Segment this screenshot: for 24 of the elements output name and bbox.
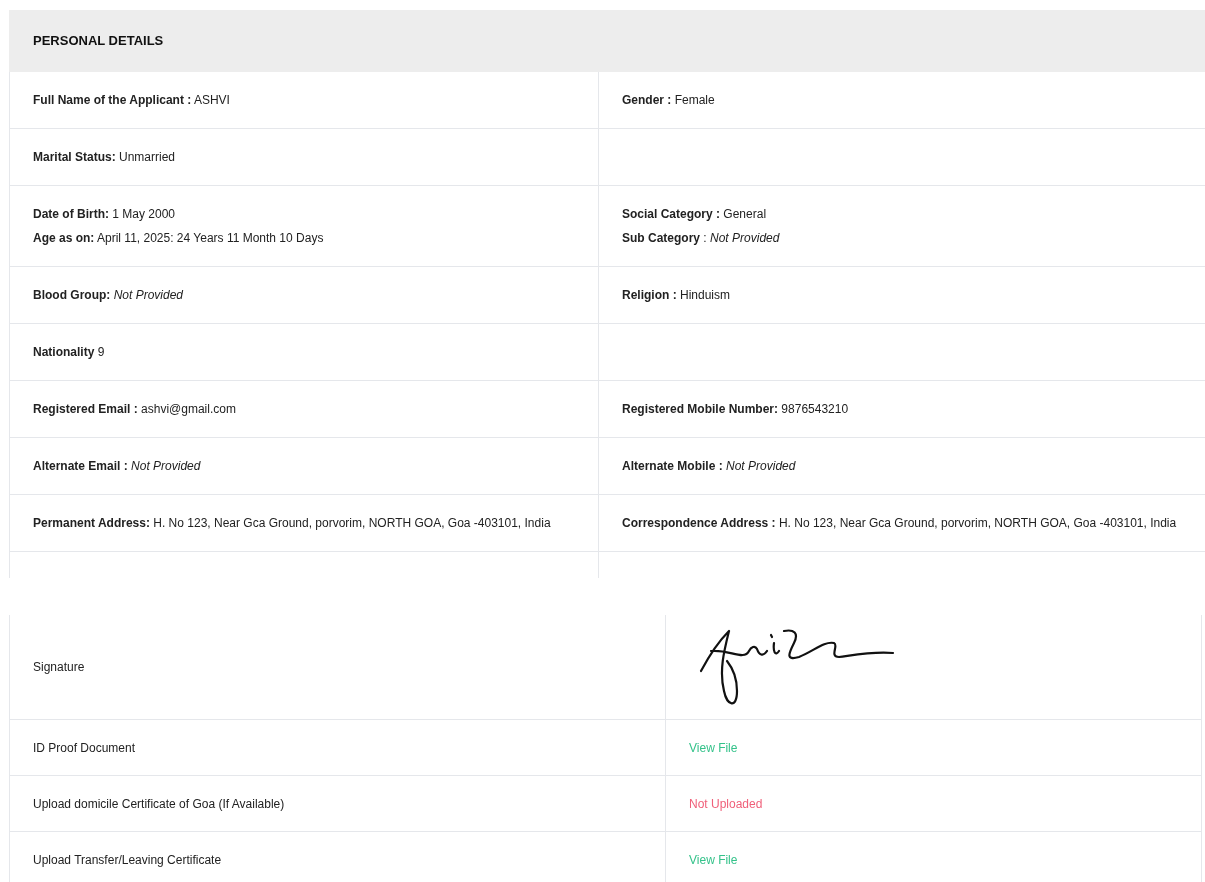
view-file-link[interactable]: View File	[689, 738, 738, 757]
detail-text: Alternate Mobile : Not Provided	[622, 458, 797, 475]
detail-text: Age as on: April 11, 2025: 24 Years 11 Month 10 Days	[33, 230, 325, 247]
detail-text: Alternate Email : Not Provided	[33, 458, 202, 475]
document-label: Upload domicile Certificate of Goa (If Available)	[33, 795, 285, 813]
detail-text: Correspondence Address : H. No 123, Near Gca Ground, porvorim, NORTH GOA, Goa -403101, India	[622, 515, 1178, 532]
document-label: Upload Transfer/Leaving Certificate	[33, 852, 222, 869]
detail-text: Full Name of the Applicant : ASHVI	[33, 92, 231, 109]
detail-text: Gender : Female	[622, 92, 716, 109]
detail-text: Nationality 9	[33, 344, 106, 361]
detail-text: Religion : Hinduism	[622, 287, 732, 304]
detail-text: Social Category : General	[622, 206, 768, 223]
detail-text: Permanent Address: H. No 123, Near Gca Ground, porvorim, NORTH GOA, Goa -403101, India	[33, 515, 552, 532]
detail-text: Marital Status: Unmarried	[33, 149, 177, 166]
detail-text: Date of Birth: 1 May 2000	[33, 206, 177, 223]
detail-text: Registered Email : ashvi@gmail.com	[33, 401, 237, 418]
section-title: PERSONAL DETAILS	[33, 32, 164, 51]
document-label: Signature	[33, 659, 85, 676]
detail-text: Blood Group: Not Provided	[33, 287, 185, 304]
view-file-link[interactable]: View File	[689, 851, 738, 869]
status-text: Not Uploaded	[689, 795, 763, 813]
detail-text: Sub Category : Not Provided	[622, 230, 781, 247]
detail-text: Registered Mobile Number: 9876543210	[622, 401, 850, 418]
document-label: ID Proof Document	[33, 739, 136, 757]
